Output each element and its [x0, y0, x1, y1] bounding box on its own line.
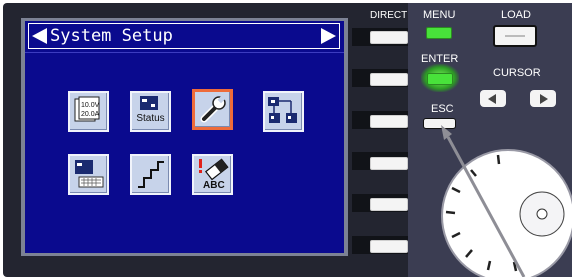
abc-eraser-icon[interactable]: ABC	[192, 154, 233, 195]
status-icon[interactable]: Status	[130, 91, 171, 132]
direct-button-3[interactable]	[370, 115, 408, 128]
direct-button-6[interactable]	[370, 240, 408, 253]
cursor-left-button[interactable]	[480, 90, 506, 107]
network-config-icon[interactable]	[263, 91, 304, 132]
direct-label: DIRECT	[370, 10, 408, 21]
load-label: LOAD	[501, 9, 531, 21]
menu-button[interactable]	[426, 27, 452, 39]
title-divider	[25, 52, 344, 53]
sequence-steps-icon[interactable]	[130, 154, 171, 195]
svg-text:ABC: ABC	[203, 180, 225, 191]
direct-button-5[interactable]	[370, 198, 408, 211]
cursor-right-button[interactable]	[530, 90, 556, 107]
right-arrow-icon[interactable]	[321, 28, 336, 44]
direct-button-2[interactable]	[370, 73, 408, 86]
left-triangle-icon	[488, 94, 496, 104]
load-button[interactable]	[493, 25, 537, 47]
direct-button-1[interactable]	[370, 31, 408, 44]
status-label: Status	[136, 113, 165, 124]
keyboard-input-icon[interactable]	[68, 154, 109, 195]
right-triangle-icon	[540, 94, 548, 104]
svg-text:20.0A: 20.0A	[81, 111, 100, 118]
instrument-front-panel: System Setup 10.0V 20.0A Status ABC DIRE…	[0, 0, 575, 280]
rotary-knob[interactable]	[408, 120, 572, 277]
screen-title: System Setup	[50, 26, 173, 46]
range-settings-icon[interactable]: 10.0V 20.0A	[68, 91, 109, 132]
direct-button-4[interactable]	[370, 157, 408, 170]
wrench-tool-icon[interactable]	[192, 89, 233, 130]
menu-label: MENU	[423, 9, 456, 21]
title-bar: System Setup	[28, 23, 340, 49]
enter-button[interactable]	[427, 73, 453, 85]
lcd-screen: System Setup 10.0V 20.0A Status ABC	[25, 21, 344, 253]
cursor-label: CURSOR	[493, 67, 541, 79]
left-arrow-icon[interactable]	[32, 28, 47, 44]
esc-label: ESC	[431, 103, 454, 115]
svg-text:10.0V: 10.0V	[81, 102, 100, 109]
